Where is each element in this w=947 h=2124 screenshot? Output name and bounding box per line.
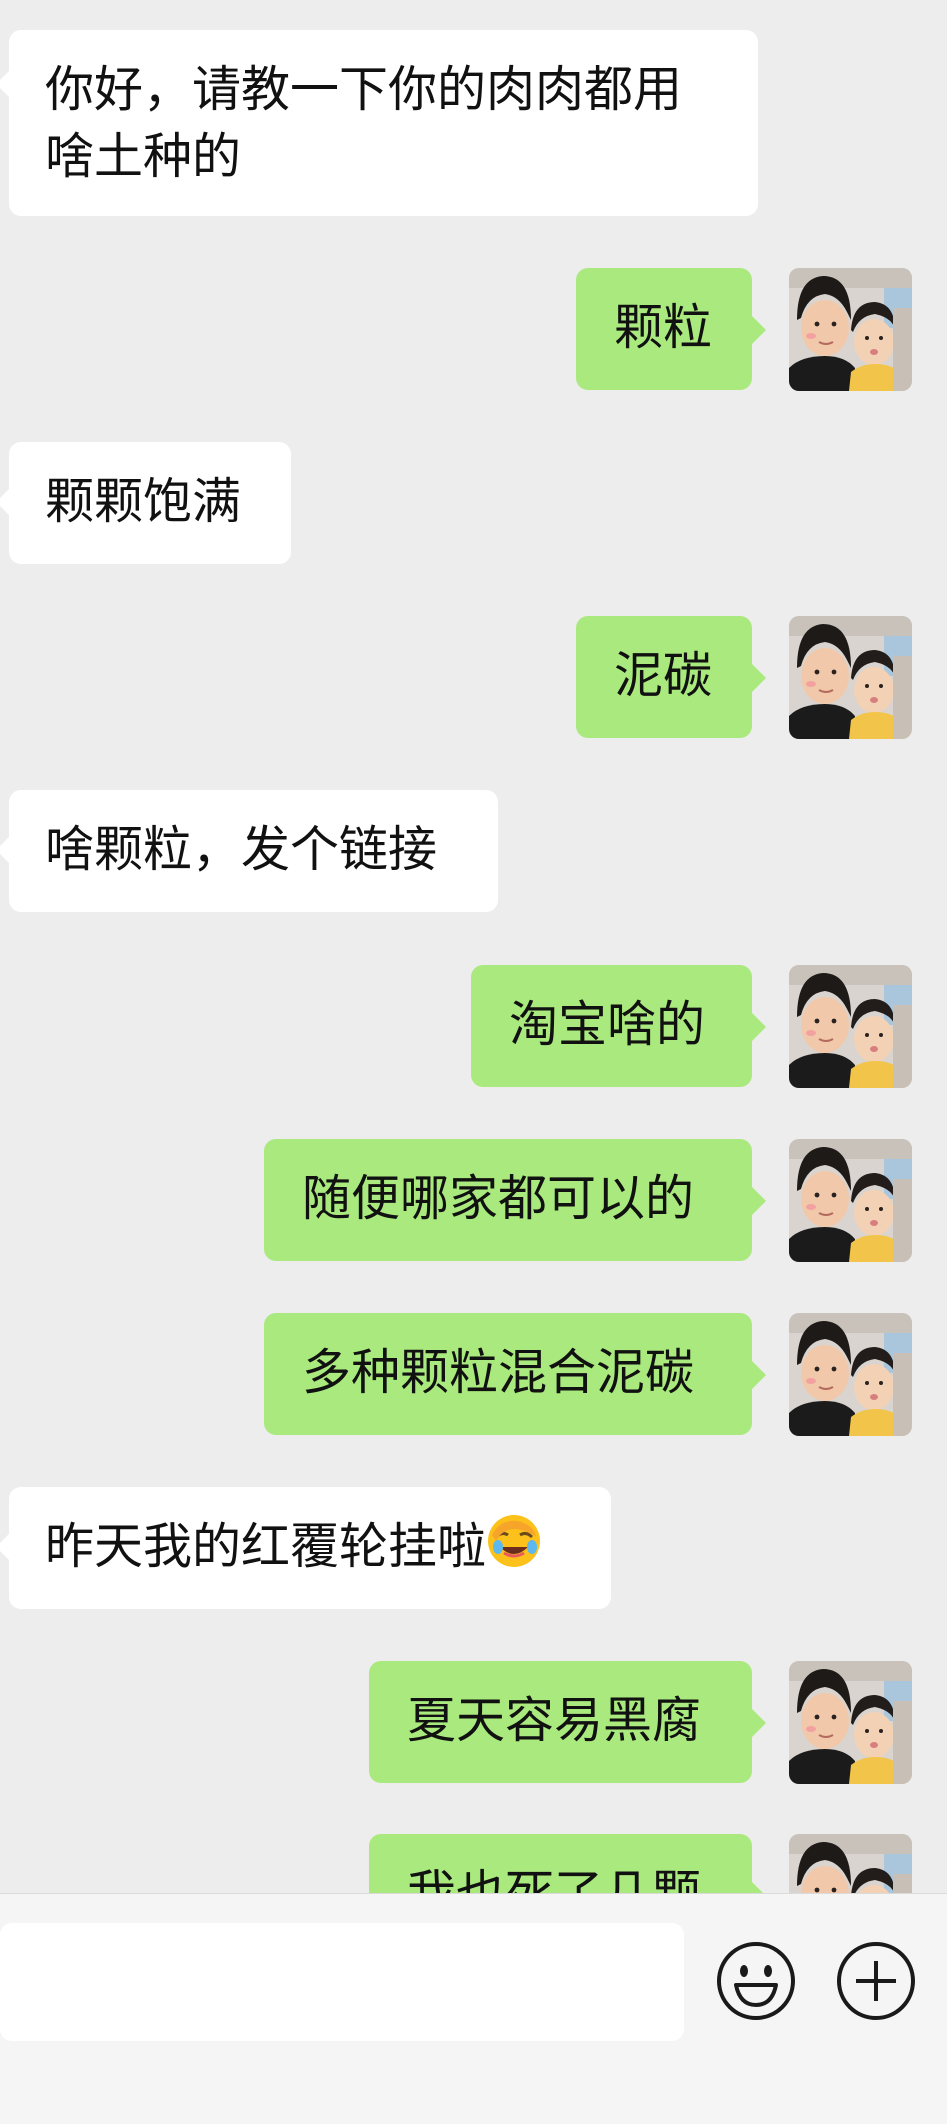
message-bubble[interactable]: 啥颗粒，发个链接 — [9, 790, 498, 912]
message-text: 多种颗粒混合泥碳 — [302, 1344, 695, 1401]
message-bubble[interactable]: 昨天我的红覆轮挂啦 — [9, 1487, 611, 1609]
message-text: 啥颗粒，发个链接 — [45, 821, 438, 878]
smiley-face-icon — [717, 1942, 795, 2020]
user-avatar[interactable] — [789, 1313, 912, 1436]
face-with-hand-over-eyes-laughing-emoji — [486, 1513, 542, 1586]
bubble-tail — [752, 1013, 766, 1041]
bubble-tail — [752, 1882, 766, 1893]
bubble-tail — [752, 316, 766, 344]
user-avatar[interactable] — [789, 616, 912, 739]
message-bubble[interactable]: 多种颗粒混合泥碳 — [264, 1313, 752, 1435]
message-bubble[interactable]: 颗粒 — [576, 268, 752, 390]
message-text: 颗颗饱满 — [45, 473, 242, 530]
message-bubble[interactable]: 泥碳 — [576, 616, 752, 738]
user-avatar[interactable] — [789, 1139, 912, 1262]
message-bubble[interactable]: 你好，请教一下你的肉肉都用啥土种的 — [9, 30, 758, 216]
message-text: 颗粒 — [614, 299, 713, 356]
user-avatar[interactable] — [789, 1834, 912, 1893]
bubble-tail — [752, 1187, 766, 1215]
chat-area[interactable]: 你好，请教一下你的肉肉都用啥土种的 颗粒 颗颗饱满 泥碳 啥颗粒，发个链接 淘宝… — [0, 0, 947, 1893]
more-button[interactable] — [834, 1939, 918, 2023]
message-text: 昨天我的红覆轮挂啦 — [45, 1518, 487, 1575]
message-bubble[interactable]: 夏天容易黑腐 — [369, 1661, 752, 1783]
input-bar — [0, 1893, 947, 2124]
message-bubble[interactable]: 颗颗饱满 — [9, 442, 291, 564]
plus-circle-icon — [837, 1942, 915, 2020]
message-text: 淘宝啥的 — [509, 996, 706, 1053]
message-input[interactable] — [0, 1923, 684, 2041]
message-text: 你好，请教一下你的肉肉都用啥土种的 — [45, 61, 683, 185]
user-avatar[interactable] — [789, 1661, 912, 1784]
emoji-button[interactable] — [714, 1939, 798, 2023]
message-text: 我也死了几颗 — [407, 1865, 701, 1893]
bubble-tail — [752, 664, 766, 692]
message-text: 夏天容易黑腐 — [407, 1692, 702, 1749]
user-avatar[interactable] — [789, 965, 912, 1088]
message-bubble[interactable]: 随便哪家都可以的 — [264, 1139, 752, 1261]
bubble-tail — [752, 1361, 766, 1389]
message-bubble[interactable]: 我也死了几颗 — [369, 1834, 752, 1893]
bubble-tail — [752, 1709, 766, 1737]
user-avatar[interactable] — [789, 268, 912, 391]
message-text: 泥碳 — [614, 647, 713, 704]
message-bubble[interactable]: 淘宝啥的 — [471, 965, 752, 1087]
message-text: 随便哪家都可以的 — [302, 1170, 695, 1227]
